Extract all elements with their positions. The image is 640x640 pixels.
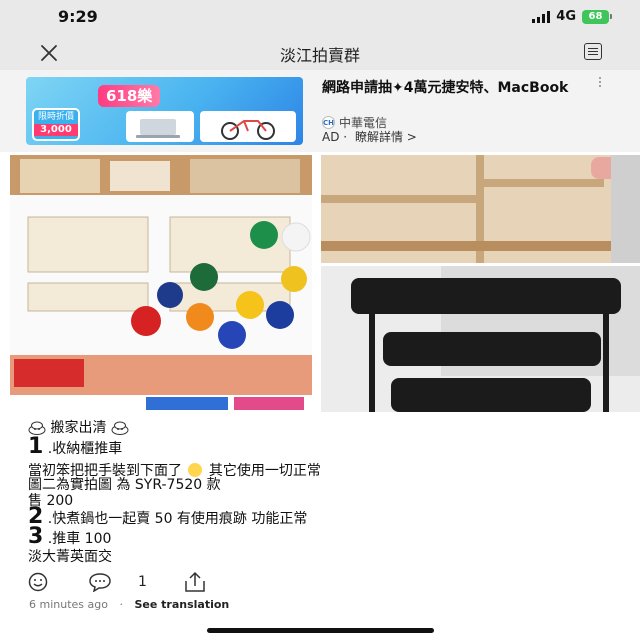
sponsored-ad: 618樂 限時折價 3,000 網路申請抽✦4萬元捷安特、MacBook CH … xyxy=(0,70,640,152)
item-text: .收納櫃推車 xyxy=(47,441,123,457)
more-options-icon[interactable] xyxy=(596,76,604,90)
signal-icon xyxy=(532,10,551,23)
ad-label-row: AD · 瞭解詳情 > xyxy=(322,128,417,145)
ad-banner-price-box: 限時折價 3,000 xyxy=(32,108,80,141)
post-line-7: 淡大菁英面交 xyxy=(28,549,112,565)
ad-title[interactable]: 網路申請抽✦4萬元捷安特、MacBook xyxy=(322,80,582,96)
post-photos xyxy=(0,152,640,412)
network-type: 4G xyxy=(556,9,576,24)
group-title: 淡江拍賣群 xyxy=(279,46,360,65)
photo-cart[interactable] xyxy=(321,266,640,412)
comment-icon[interactable] xyxy=(88,572,112,592)
ad-banner-price-label: 限時折價 xyxy=(37,112,74,122)
ad-separator: · xyxy=(343,130,348,144)
emoji-icon xyxy=(111,421,129,435)
home-indicator[interactable] xyxy=(207,628,434,633)
menu-icon[interactable] xyxy=(584,43,602,60)
post-time: 6 minutes ago xyxy=(29,598,108,611)
ad-banner-image[interactable]: 618樂 限時折價 3,000 xyxy=(26,77,303,145)
item-text: .快煮鍋也一起賣 50 有使用痕跡 功能正常 xyxy=(47,511,308,527)
ad-banner-price: 3,000 xyxy=(34,124,78,136)
post-item-2: 2 .快煮鍋也一起賣 50 有使用痕跡 功能正常 xyxy=(28,506,308,528)
ad-label: AD xyxy=(322,130,340,144)
battery-level: 68 xyxy=(582,9,609,24)
post-item-3: 3 .推車 100 xyxy=(28,526,112,548)
smiley-icon[interactable] xyxy=(28,572,48,592)
ad-banner-title: 618樂 xyxy=(98,85,161,107)
photo-shelf[interactable] xyxy=(321,155,640,263)
share-icon[interactable] xyxy=(178,571,212,593)
item-text: .推車 100 xyxy=(47,531,112,547)
comment-count: 1 xyxy=(138,574,147,590)
see-translation-link[interactable]: See translation xyxy=(134,598,229,611)
meta-separator: · xyxy=(119,598,123,611)
item-text: 其它使用一切正常 xyxy=(208,463,321,479)
battery-icon: 68 xyxy=(582,9,612,24)
status-time: 9:29 xyxy=(58,7,98,26)
post-actions: 1 xyxy=(0,570,640,596)
item-number: 1 xyxy=(28,434,44,459)
ad-banner-card-1 xyxy=(126,111,194,142)
learn-more-link[interactable]: 瞭解詳情 > xyxy=(355,130,417,144)
post-header-text: 搬家出清 xyxy=(50,420,107,436)
post-item-1: 1 .收納櫃推車 xyxy=(28,436,123,458)
ad-banner-card-2 xyxy=(200,111,296,142)
emoji-icon xyxy=(28,421,46,435)
status-bar: 9:29 4G 68 xyxy=(0,0,640,34)
photo-product-spec[interactable] xyxy=(10,155,312,412)
nav-bar: 淡江拍賣群 xyxy=(0,34,640,70)
status-indicators: 4G 68 xyxy=(532,9,612,24)
post-meta: 6 minutes ago · See translation xyxy=(29,598,229,611)
